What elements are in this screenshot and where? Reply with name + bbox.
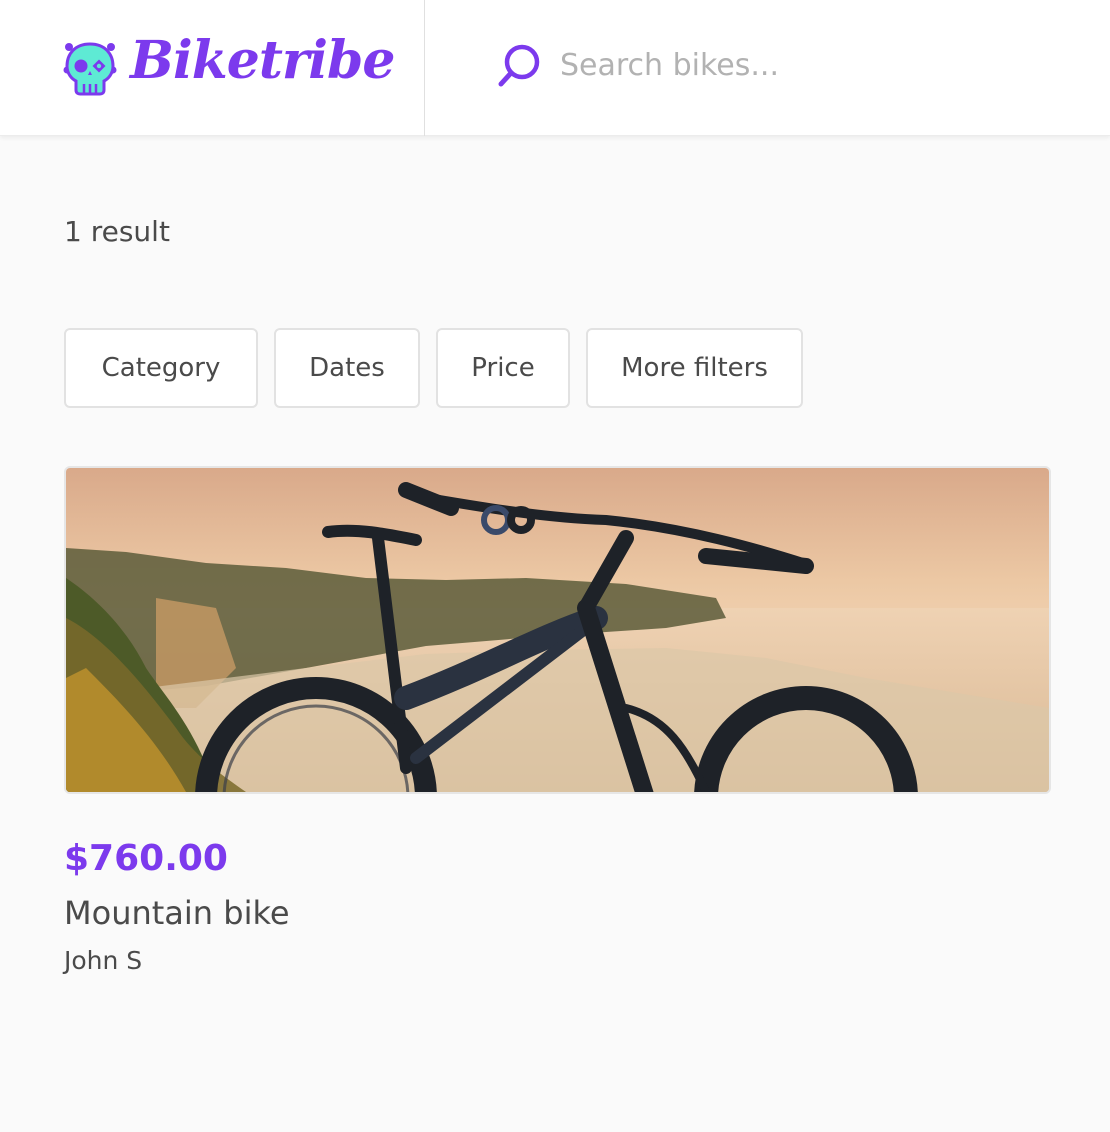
brand-logo[interactable]: Biketribe xyxy=(0,0,425,136)
top-bar: Biketribe xyxy=(0,0,1110,136)
result-count: 1 result xyxy=(64,215,170,248)
mountain-bike-photo xyxy=(66,468,1049,792)
brand-name: Biketribe xyxy=(130,30,395,91)
dates-filter-button[interactable]: Dates xyxy=(274,328,420,408)
more-filters-button[interactable]: More filters xyxy=(586,328,803,408)
search-icon[interactable] xyxy=(496,42,542,90)
category-filter-button[interactable]: Category xyxy=(64,328,258,408)
listing-title[interactable]: Mountain bike xyxy=(64,894,290,932)
listing-image[interactable] xyxy=(64,466,1051,794)
search-input[interactable] xyxy=(560,40,1080,90)
skull-icon xyxy=(63,42,117,96)
listing-author: John S xyxy=(64,946,143,975)
listing-price: $760.00 xyxy=(64,838,228,879)
price-filter-button[interactable]: Price xyxy=(436,328,570,408)
